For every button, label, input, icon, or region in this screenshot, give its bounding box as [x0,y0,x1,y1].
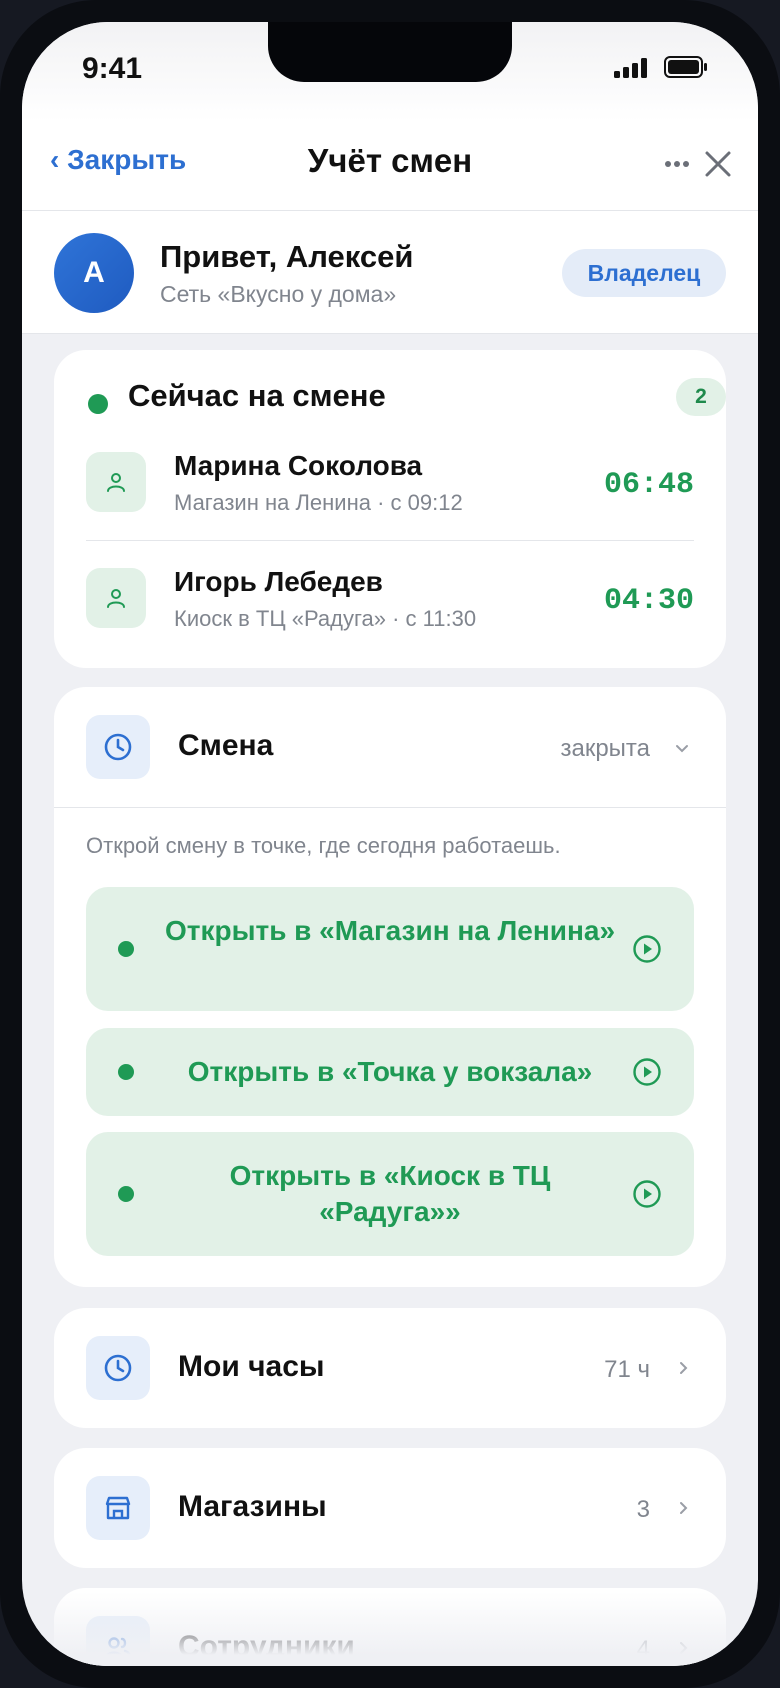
open-shift-label: Открыть в «Киоск в ТЦ «Радуга»» [229,1160,551,1227]
open-shift-label: Открыть в «Магазин на Ленина» [164,915,616,946]
more-icon[interactable] [664,160,690,168]
app-screen: 9:41 ‹ Закрыть Учёт смен А Привет, Алекс… [22,22,758,1666]
person-icon [86,568,146,628]
menu-item-label: Сотрудники [178,1630,355,1663]
shift-hint-text: Открой смену в точке, где сегодня работа… [86,833,561,858]
menu-item-stores[interactable]: Магазины 3 [54,1448,726,1568]
chevron-right-icon [680,1502,688,1514]
profile-header: А Привет, Алексей Сеть «Вкусно у дома» В… [22,211,758,334]
menu-item-value: 4 [636,1636,650,1663]
shift-card: Смена закрыта Открой смену в точке, где … [54,687,726,1287]
employee-elapsed-time: 04:30 [603,584,694,618]
on-shift-card: Сейчас на смене 2 Марина Соколова Магази… [54,350,726,668]
clock-icon [86,1336,150,1400]
status-dot [118,1186,134,1202]
organization-name: Сеть «Вкусно у дома» [160,281,397,307]
battery-icon [664,56,707,78]
open-shift-button[interactable]: Открыть в «Точка у вокзала» [86,1028,694,1116]
menu-item-label: Мои часы [178,1350,325,1383]
section-divider [54,807,726,808]
role-badge: Владелец [562,249,726,297]
on-shift-title: Сейчас на смене [128,378,386,413]
open-shift-button[interactable]: Открыть в «Киоск в ТЦ «Радуга»» [86,1132,694,1256]
play-icon [633,1058,661,1086]
play-icon [633,935,661,963]
online-status-dot [88,394,108,414]
greeting-text: Привет, Алексей [160,239,414,274]
close-icon[interactable] [703,149,733,179]
clock-icon [86,715,150,779]
on-shift-count-badge: 2 [676,378,726,416]
employee-row[interactable]: Игорь Лебедев Киоск в ТЦ «Радуга» · с 11… [54,546,726,646]
status-dot [118,1064,134,1080]
employee-location: Магазин на Ленина · с 09:12 [174,490,463,515]
chevron-right-icon [680,1642,688,1654]
open-shift-label: Открыть в «Точка у вокзала» [187,1056,593,1087]
menu-item-value: 71 ч [604,1356,650,1383]
menu-item-value: 3 [636,1496,650,1523]
chevron-down-icon[interactable] [674,743,690,755]
store-icon [86,1476,150,1540]
page-title: Учёт смен [307,142,473,179]
menu-item-label: Магазины [178,1490,327,1523]
employee-location: Киоск в ТЦ «Радуга» · с 11:30 [174,606,477,631]
phone-frame: 9:41 ‹ Закрыть Учёт смен А Привет, Алекс… [0,0,780,1688]
device-notch [268,22,512,82]
employee-row[interactable]: Марина Соколова Магазин на Ленина · с 09… [54,430,726,530]
menu-item-employees[interactable]: Сотрудники 4 [54,1588,726,1666]
open-shift-button[interactable]: Открыть в «Магазин на Ленина» [86,887,694,1011]
signal-icon [614,58,647,78]
row-divider [86,540,694,541]
chevron-right-icon [680,1362,688,1374]
people-icon [86,1616,150,1666]
employee-elapsed-time: 06:48 [603,468,694,502]
avatar[interactable]: А [54,233,134,313]
navigation-bar: ‹ Закрыть Учёт смен [22,122,758,211]
menu-item-my-hours[interactable]: Мои часы 71 ч [54,1308,726,1428]
status-dot [118,941,134,957]
person-icon [86,452,146,512]
shift-title: Смена [178,729,274,762]
status-time: 9:41 [82,52,143,85]
employee-name: Игорь Лебедев [174,566,383,597]
employee-name: Марина Соколова [174,450,423,481]
play-icon [633,1180,661,1208]
shift-status[interactable]: закрыта [560,735,650,763]
